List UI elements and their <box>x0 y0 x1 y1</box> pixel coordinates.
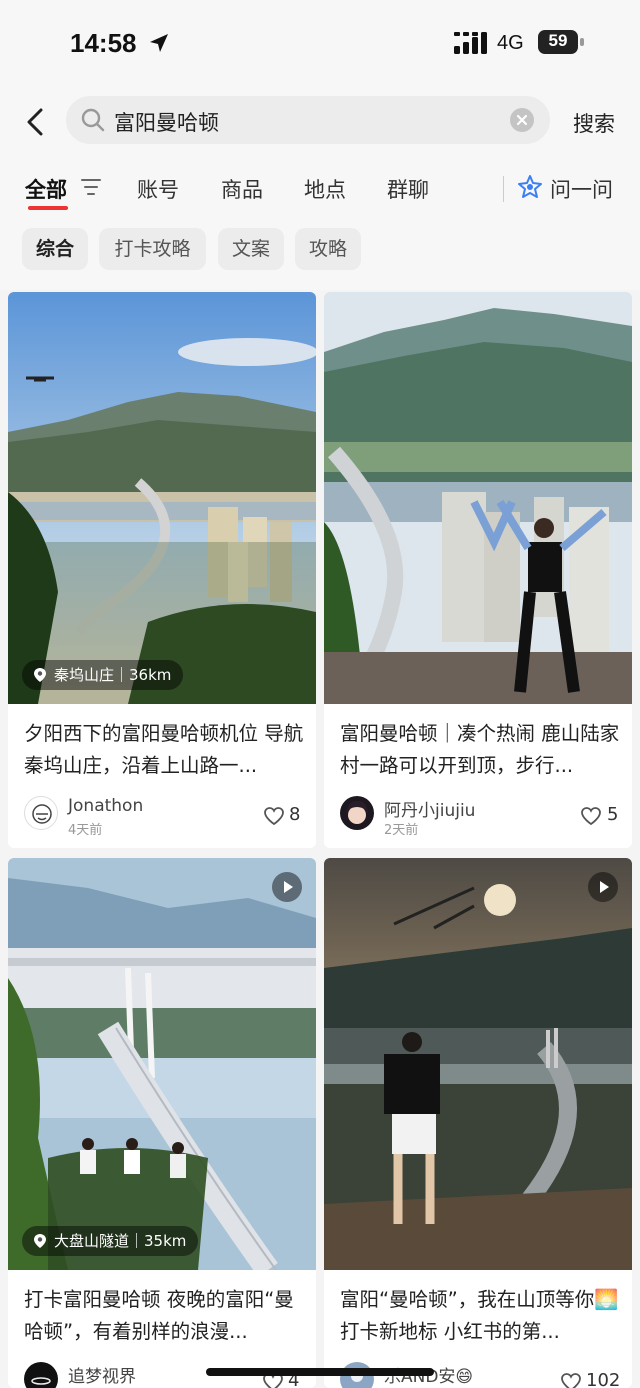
tab-places[interactable]: 地点 <box>304 174 346 204</box>
note-title: 夕阳西下的富阳曼哈顿机位 导航秦坞山庄，沿着上山路一... <box>24 722 304 777</box>
like-count: 102 <box>586 1370 621 1388</box>
chip-guide[interactable]: 攻略 <box>295 228 361 270</box>
note-video-cover <box>324 858 632 1270</box>
battery-level: 59 <box>548 31 568 50</box>
clear-icon[interactable] <box>510 108 534 132</box>
location-badge: 大盘山隧道｜35km <box>22 1226 199 1256</box>
result-tabs: 全部 账号 商品 地点 群聊 问一问 <box>0 162 640 218</box>
chip-overall[interactable]: 综合 <box>22 228 88 270</box>
post-time: 4天前 <box>68 823 103 838</box>
note-video-cover: 大盘山隧道｜35km <box>8 858 316 1270</box>
filter-chips: 综合 打卡攻略 文案 攻略 <box>0 218 640 290</box>
play-icon[interactable] <box>588 872 618 902</box>
location-pin-icon <box>34 668 46 682</box>
chip-checkin-guide[interactable]: 打卡攻略 <box>99 228 206 270</box>
location-pin-icon <box>34 1234 46 1248</box>
location-label: 秦坞山庄｜36km <box>54 666 172 684</box>
network-type: 4G <box>497 32 524 54</box>
tab-all[interactable]: 全部 <box>25 174 67 204</box>
tab-accounts[interactable]: 账号 <box>137 174 179 204</box>
note-card[interactable]: 富阳曼哈顿｜凑个热闹 鹿山陆家村一路可以开到顶，步行... 阿丹小jiujiu … <box>324 292 632 848</box>
heart-icon[interactable] <box>560 1372 582 1388</box>
status-bar: 14:58 4G 59 <box>0 0 640 88</box>
author-name[interactable]: 追梦视界 <box>68 1362 136 1387</box>
tab-products[interactable]: 商品 <box>221 174 263 204</box>
note-title: 打卡富阳曼哈顿 夜晚的富阳“曼哈顿”，有着别样的浪漫... <box>24 1288 294 1343</box>
tab-group-chats[interactable]: 群聊 <box>387 174 429 204</box>
tab-active-indicator <box>28 206 68 210</box>
ask-button[interactable]: 问一问 <box>550 174 613 204</box>
tab-divider <box>503 176 504 202</box>
heart-icon[interactable] <box>580 806 602 826</box>
filter-icon[interactable] <box>80 177 102 197</box>
avatar[interactable] <box>24 796 58 830</box>
sparkle-icon[interactable] <box>517 174 543 200</box>
search-header: 富阳曼哈顿 搜索 <box>0 88 640 162</box>
post-time: 2天前 <box>384 823 419 838</box>
note-card[interactable]: 富阳“曼哈顿”，我在山顶等你🌅打卡新地标 小红书的第... 乐AND安😄 102 <box>324 858 632 1388</box>
author-name[interactable]: 阿丹小jiujiu <box>384 796 475 821</box>
avatar[interactable] <box>340 796 374 830</box>
play-icon[interactable] <box>272 872 302 902</box>
status-time: 14:58 <box>70 28 137 58</box>
home-indicator[interactable] <box>206 1368 434 1376</box>
note-card[interactable]: 秦坞山庄｜36km 夕阳西下的富阳曼哈顿机位 导航秦坞山庄，沿着上山路一... … <box>8 292 316 848</box>
chip-copywriting[interactable]: 文案 <box>218 228 284 270</box>
author-name[interactable]: Jonathon <box>68 796 143 816</box>
search-icon <box>81 108 105 132</box>
location-arrow-icon <box>150 34 168 52</box>
like-count: 8 <box>289 804 301 825</box>
search-query: 富阳曼哈顿 <box>114 111 219 135</box>
like-count: 5 <box>607 804 619 825</box>
note-title: 富阳“曼哈顿”，我在山顶等你🌅打卡新地标 小红书的第... <box>340 1288 619 1343</box>
back-icon[interactable] <box>20 106 52 138</box>
note-cover-image <box>324 292 632 704</box>
search-button[interactable]: 搜索 <box>573 108 615 138</box>
note-cover-image: 秦坞山庄｜36km <box>8 292 316 704</box>
location-badge: 秦坞山庄｜36km <box>22 660 184 690</box>
note-title: 富阳曼哈顿｜凑个热闹 鹿山陆家村一路可以开到顶，步行... <box>340 722 620 777</box>
search-input[interactable]: 富阳曼哈顿 <box>66 96 550 144</box>
avatar[interactable] <box>24 1362 58 1388</box>
location-label: 大盘山隧道｜35km <box>54 1232 187 1250</box>
heart-icon[interactable] <box>263 806 285 826</box>
note-card[interactable]: 大盘山隧道｜35km 打卡富阳曼哈顿 夜晚的富阳“曼哈顿”，有着别样的浪漫...… <box>8 858 316 1388</box>
battery-icon: 59 <box>538 30 584 54</box>
signal-icon <box>454 32 487 54</box>
